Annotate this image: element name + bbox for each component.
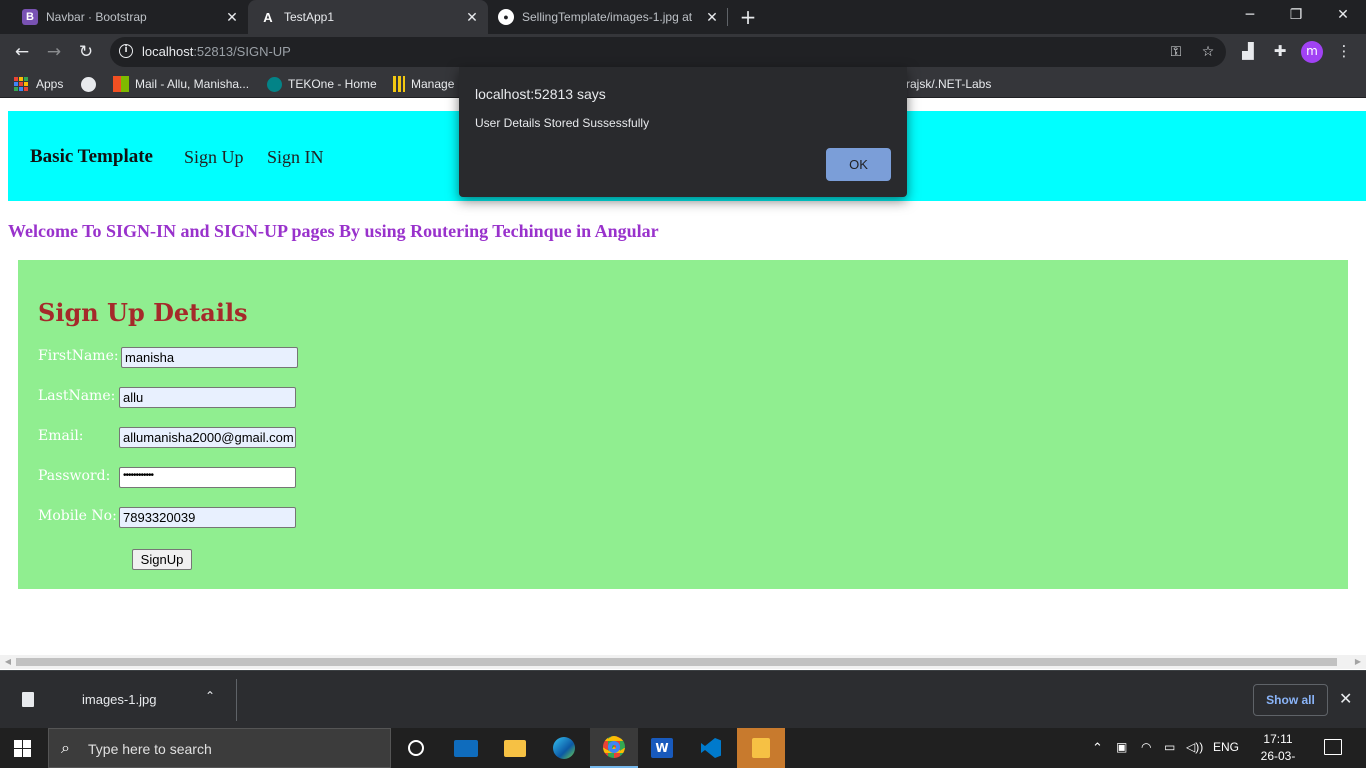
mobile-input[interactable]: 7893320039 <box>119 507 296 528</box>
sharepoint-icon <box>267 76 282 92</box>
close-tab-icon[interactable]: ✕ <box>464 9 480 25</box>
close-shelf-icon[interactable]: ✕ <box>1339 689 1352 708</box>
windows-taskbar: ⌕ Type here to search W ⌃ ▣ ◠ ▭ ◁)) ENG … <box>0 728 1366 780</box>
cortana-icon[interactable] <box>392 728 440 768</box>
window-close-icon[interactable]: ✕ <box>1320 0 1366 30</box>
dialog-title: localhost:52813 says <box>475 86 606 102</box>
taskbar-search-box[interactable]: ⌕ Type here to search <box>48 728 391 768</box>
globe-icon <box>81 76 96 92</box>
search-icon: ⌕ <box>61 738 70 757</box>
firstname-label: FirstName: <box>38 348 119 364</box>
email-label: Email: <box>38 428 84 444</box>
battery-icon[interactable]: ▭ <box>1164 740 1175 754</box>
tab-strip: B Navbar · Bootstrap ✕ A TestApp1 ✕ ● Se… <box>0 0 1366 34</box>
signup-form-card: Sign Up Details FirstName: manisha LastN… <box>18 260 1348 589</box>
url-text: localhost:52813/SIGN-UP <box>142 44 291 59</box>
clock-date: 26-03-2021 <box>1260 749 1296 780</box>
language-indicator[interactable]: ENG <box>1213 740 1239 754</box>
scrollbar-thumb[interactable] <box>16 658 1337 666</box>
site-info-icon[interactable]: i <box>119 44 133 58</box>
more-menu-icon[interactable]: ⋮ <box>1333 40 1355 62</box>
close-tab-icon[interactable]: ✕ <box>224 9 240 25</box>
minimize-icon[interactable]: ─ <box>1227 0 1273 30</box>
powerbi-icon <box>393 76 405 92</box>
navbar-brand[interactable]: Basic Template <box>30 146 153 168</box>
shelf-divider <box>236 679 237 721</box>
system-clock[interactable]: 17:11 26-03-2021 <box>1250 731 1306 782</box>
meet-now-icon[interactable]: ▣ <box>1116 740 1127 754</box>
chevron-up-icon[interactable]: ⌃ <box>205 689 215 703</box>
download-item-name[interactable]: images-1.jpg <box>82 692 156 707</box>
bookmark-apps[interactable]: Apps <box>14 76 63 92</box>
email-input[interactable]: allumanisha2000@gmail.com <box>119 427 296 448</box>
nav-link-sign-up[interactable]: Sign Up <box>184 147 244 168</box>
edge-icon[interactable] <box>540 728 588 768</box>
bookmark-tekone[interactable]: TEKOne - Home <box>267 76 377 92</box>
bookmark-globe[interactable] <box>81 76 102 92</box>
word-icon[interactable]: W <box>638 728 686 768</box>
bootstrap-icon: B <box>22 9 38 25</box>
chrome-taskbar-icon[interactable] <box>590 728 638 768</box>
extensions-puzzle-icon[interactable]: ✚ <box>1269 40 1291 62</box>
profile-avatar[interactable]: m <box>1301 41 1323 63</box>
forward-icon[interactable]: → <box>42 40 66 64</box>
file-explorer-icon[interactable] <box>491 728 539 768</box>
dialog-ok-button[interactable]: OK <box>826 148 891 181</box>
clock-time: 17:11 <box>1263 732 1293 746</box>
password-input[interactable]: •••••••••••• <box>119 467 296 488</box>
pinned-app-icon[interactable] <box>737 728 785 768</box>
tab-testapp1[interactable]: A TestApp1 ✕ <box>248 0 488 34</box>
tray-chevron-icon[interactable]: ⌃ <box>1092 740 1103 756</box>
apps-grid-icon <box>14 77 28 91</box>
address-bar[interactable]: i localhost:52813/SIGN-UP ⚿ ☆ <box>110 37 1226 67</box>
alert-dialog: localhost:52813 says User Details Stored… <box>459 67 907 197</box>
show-all-button[interactable]: Show all <box>1253 684 1328 716</box>
lastname-label: LastName: <box>38 388 116 404</box>
windows-start-icon[interactable] <box>14 740 31 757</box>
dialog-message: User Details Stored Sussessfully <box>475 116 650 130</box>
browser-toolbar: ← → ↻ i localhost:52813/SIGN-UP ⚿ ☆ <box>0 34 1366 70</box>
scroll-left-icon[interactable]: ◀ <box>3 657 13 667</box>
password-label: Password: <box>38 468 111 484</box>
tab-separator <box>727 8 728 26</box>
horizontal-scrollbar[interactable]: ◀ ▶ <box>0 655 1366 669</box>
notification-center-icon[interactable] <box>1324 739 1342 755</box>
bookmark-manage[interactable]: Manage <box>393 76 454 92</box>
download-shelf: images-1.jpg ⌃ Show all ✕ <box>0 670 1366 728</box>
back-icon[interactable]: ← <box>10 40 34 64</box>
restore-icon[interactable]: ❐ <box>1273 0 1319 30</box>
tab-bootstrap[interactable]: B Navbar · Bootstrap ✕ <box>8 0 248 34</box>
reload-icon[interactable]: ↻ <box>74 40 98 64</box>
scroll-right-icon[interactable]: ▶ <box>1353 657 1363 667</box>
form-title: Sign Up Details <box>38 298 248 327</box>
volume-icon[interactable]: ◁)) <box>1186 740 1203 754</box>
bookmark-net-labs[interactable]: rajsk/.NET-Labs <box>906 76 991 92</box>
github-icon: ● <box>498 9 514 25</box>
key-icon[interactable]: ⚿ <box>1166 42 1186 62</box>
mail-app-icon[interactable] <box>442 728 490 768</box>
wifi-icon[interactable]: ◠ <box>1141 740 1151 754</box>
signup-button[interactable]: SignUp <box>132 549 192 570</box>
welcome-heading: Welcome To SIGN-IN and SIGN-UP pages By … <box>8 221 659 241</box>
vscode-icon[interactable] <box>687 728 735 768</box>
file-icon <box>22 692 34 707</box>
mobile-label: Mobile No: <box>38 508 117 524</box>
bookmark-mail[interactable]: Mail - Allu, Manisha... <box>113 76 249 92</box>
tab-sellingtemplate[interactable]: ● SellingTemplate/images-1.jpg at ✕ <box>488 0 728 34</box>
taskbar-search-placeholder: Type here to search <box>88 741 212 757</box>
close-tab-icon[interactable]: ✕ <box>704 9 720 25</box>
new-tab-button[interactable]: + <box>737 6 759 28</box>
performance-extension-icon[interactable]: ▟ <box>1237 40 1259 62</box>
angular-icon: A <box>263 9 273 25</box>
firstname-input[interactable]: manisha <box>121 347 298 368</box>
nav-link-sign-in[interactable]: Sign IN <box>267 147 324 168</box>
star-icon[interactable]: ☆ <box>1198 42 1218 62</box>
microsoft-icon <box>113 76 129 92</box>
lastname-input[interactable]: allu <box>119 387 296 408</box>
